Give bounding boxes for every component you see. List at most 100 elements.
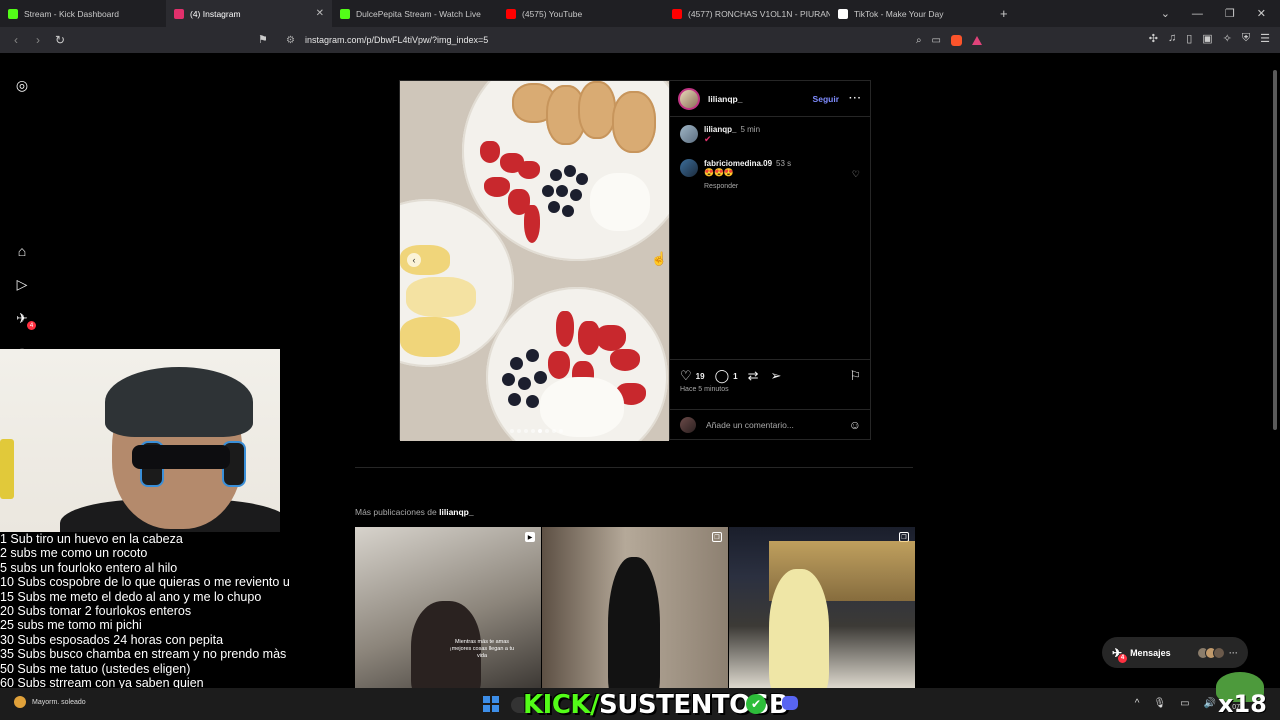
like-count: 19 — [695, 371, 705, 381]
reload-button[interactable]: ↻ — [54, 33, 66, 47]
more-icon: ··· — [1229, 647, 1238, 658]
pancake — [612, 91, 656, 153]
post-username[interactable]: lilianqp_ — [708, 94, 742, 104]
messages-label: Mensajes — [1130, 647, 1171, 658]
messages-icon[interactable]: ✈ 4 — [12, 308, 36, 330]
blueberry — [518, 377, 531, 390]
youtube-icon — [506, 8, 516, 19]
close-tab-icon[interactable]: ✕ — [316, 8, 324, 19]
add-comment-placeholder: Añade un comentario... — [706, 419, 794, 430]
post-thumbnail[interactable]: ❐ — [729, 527, 915, 692]
tab-6[interactable]: TikTok - Make Your Day — [830, 0, 996, 27]
blueberry — [550, 169, 562, 181]
post-photo[interactable]: ‹ ☝ — [400, 81, 669, 441]
volume-icon[interactable]: 🔊 — [1204, 698, 1216, 709]
strawberry — [480, 141, 500, 163]
section-divider — [355, 467, 913, 468]
vpn-icon[interactable]: ⛨ — [1242, 32, 1250, 45]
tab-title: Stream - Kick Dashboard — [24, 8, 119, 19]
posted-ago: Hace 5 minutos — [680, 386, 729, 393]
post-thumbnail[interactable]: ❐ — [542, 527, 728, 692]
blueberry — [548, 201, 560, 213]
microphone-icon[interactable]: 🎙 — [1153, 698, 1166, 709]
post-sidebar: lilianqp_ Seguir ··· lilianqp_ 5 min ✔ fa… — [669, 81, 871, 439]
tab-list-chevron-icon[interactable]: ⌄ — [1161, 7, 1170, 20]
brave-shield-icon[interactable] — [951, 34, 962, 46]
maximize-button[interactable]: ❐ — [1225, 7, 1235, 20]
more-posts-prefix: Más publicaciones de — [355, 507, 437, 517]
url-text: instagram.com/p/DbwFL4tiVpw/?img_index=5 — [304, 35, 489, 45]
repost-icon[interactable]: ⇄ — [748, 368, 759, 384]
messages-badge: 4 — [1118, 653, 1128, 663]
caption-username[interactable]: lilianqp_ — [704, 125, 736, 134]
comment: fabriciomedina.09 53 s 😍😍😍 Responder ♡ — [670, 159, 870, 190]
new-tab-button[interactable]: + — [1000, 6, 1008, 21]
minimize-button[interactable]: — — [1192, 8, 1203, 20]
wallet-icon[interactable]: ▣ — [1202, 32, 1212, 45]
close-window-button[interactable]: ✕ — [1257, 7, 1266, 20]
reply-button[interactable]: Responder — [704, 183, 852, 190]
network-icon[interactable]: ▭ — [1180, 698, 1189, 709]
weather-text: Mayorm. soleado — [32, 698, 86, 706]
instagram-logo-icon[interactable]: ◎ — [12, 75, 32, 95]
cast-icon[interactable]: ▭ — [932, 35, 941, 46]
reels-icon[interactable]: ▷ — [12, 274, 32, 294]
page-scrollbar[interactable] — [1273, 70, 1277, 430]
media-icon[interactable]: ♫ — [1168, 32, 1176, 45]
more-posts-user[interactable]: lilianqp_ — [439, 507, 473, 517]
emoji-icon[interactable]: ☺ — [849, 418, 861, 432]
comment-icon[interactable]: ◯ — [715, 368, 730, 384]
add-comment-field[interactable]: Añade un comentario... ☺ — [670, 409, 871, 439]
avatar[interactable] — [678, 87, 700, 110]
extensions-icon[interactable]: ✣ — [1149, 32, 1158, 45]
tiktok-icon — [838, 8, 848, 19]
save-icon[interactable]: ⚐ — [849, 368, 861, 384]
share-icon[interactable]: ➢ — [770, 368, 781, 384]
weather-widget[interactable]: Mayorm. soleado — [14, 696, 86, 708]
carousel-indicator — [510, 429, 563, 433]
follow-button[interactable]: Seguir — [813, 94, 839, 104]
tab-3[interactable]: DulcePepita Stream - Watch Live — [332, 0, 498, 27]
discord-icon[interactable] — [782, 696, 798, 710]
tab-title: DulcePepita Stream - Watch Live — [356, 8, 481, 19]
kick-icon — [340, 8, 350, 19]
site-info-icon[interactable]: ⚙ — [286, 35, 295, 46]
tab-2[interactable]: (4) Instagram ✕ — [166, 0, 332, 27]
messages-button[interactable]: ✈ 4 Mensajes ··· — [1102, 637, 1248, 668]
url-field[interactable]: ⚑ ⚙ instagram.com/p/DbwFL4tiVpw/?img_ind… — [258, 30, 1002, 50]
blueberry — [526, 395, 539, 408]
bookmark-icon[interactable]: ⚑ — [258, 33, 268, 46]
like-icon[interactable]: ♡ — [680, 368, 692, 384]
brave-rewards-icon[interactable] — [972, 35, 982, 45]
verified-check-icon: ✔ — [746, 694, 766, 714]
leo-icon[interactable]: ✧ — [1223, 32, 1232, 45]
sub-goal-item: 1 Sub tiro un huevo en la cabeza — [0, 532, 183, 546]
carousel-dot — [531, 429, 535, 433]
home-icon[interactable]: ⌂ — [12, 241, 32, 261]
windows-start-icon[interactable] — [483, 696, 499, 712]
tab-1[interactable]: Stream - Kick Dashboard — [0, 0, 166, 27]
sub-goal-item: 5 subs un fourloko entero al hilo — [0, 560, 178, 575]
comment-like-icon[interactable]: ♡ — [852, 169, 860, 190]
tab-5[interactable]: (4577) RONCHAS V1OL1N - PIURAN — [664, 0, 830, 27]
menu-icon[interactable]: ☰ — [1260, 32, 1270, 45]
avatar[interactable] — [680, 125, 698, 143]
tab-4[interactable]: (4575) YouTube — [498, 0, 664, 27]
sidebar-icon[interactable]: ▯ — [1186, 32, 1192, 45]
system-tray: ^ 🎙 ▭ 🔊 — [1135, 698, 1216, 709]
more-options-icon[interactable]: ··· — [849, 93, 862, 104]
forward-button[interactable]: › — [32, 33, 44, 47]
avatar — [680, 416, 696, 433]
back-button[interactable]: ‹ — [10, 33, 22, 47]
strawberry — [556, 311, 574, 347]
comment-username[interactable]: fabriciomedina.09 — [704, 159, 772, 168]
zoom-icon[interactable]: ⌕ — [916, 35, 922, 46]
tray-chevron-icon[interactable]: ^ — [1135, 698, 1140, 709]
avatar[interactable] — [680, 159, 698, 177]
person-figure — [769, 569, 829, 692]
sub-goal-item: 20 Subs tomar 2 fourlokos enteros — [0, 604, 192, 619]
sub-goals-list: 1 Sub tiro un huevo en la cabeza 2 subs m… — [0, 532, 290, 707]
blueberry — [508, 393, 521, 406]
carousel-prev-button[interactable]: ‹ — [407, 253, 421, 267]
post-thumbnail[interactable]: ▶ Mientras más te amas ¡mejores cosas ll… — [355, 527, 541, 692]
